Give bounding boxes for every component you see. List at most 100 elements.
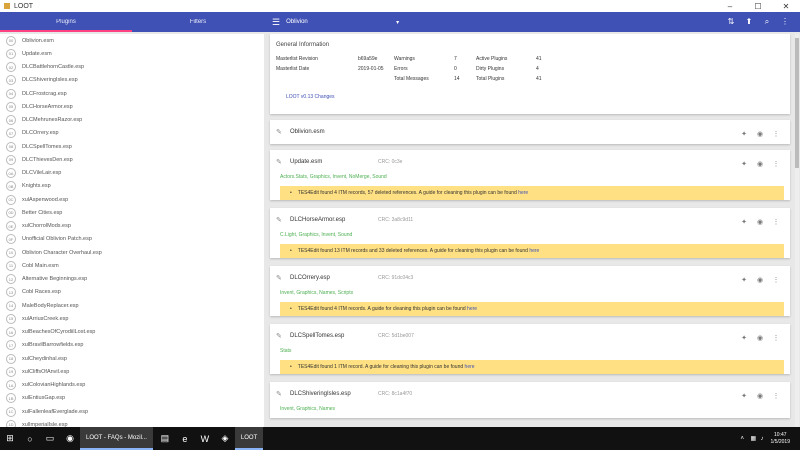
sidebar-plugin-item[interactable]: 11 Cobl Main.esm (0, 259, 264, 272)
sidebar-plugin-item[interactable]: 15 xulArriusCreek.esp (0, 312, 264, 325)
eye-icon[interactable]: ◉ (752, 334, 768, 342)
update-masterlist-icon[interactable]: ⬆ (740, 17, 758, 27)
taskbar-loot[interactable]: LOOT (234, 427, 264, 450)
changelog-link[interactable]: LOOT v0.13 Changes (276, 94, 784, 100)
message-link[interactable]: here (518, 190, 528, 196)
maximize-button[interactable]: ☐ (744, 2, 772, 11)
sidebar-plugin-item[interactable]: 1C xulFallenleafEverglade.esp (0, 405, 264, 418)
pin-icon[interactable]: ✎ (276, 274, 290, 282)
message-link[interactable]: here (467, 306, 477, 312)
sidebar-plugin-item[interactable]: 0C xulAspenwood.esp (0, 193, 264, 206)
load-order-index: 03 (6, 75, 16, 86)
more-menu-icon[interactable]: ⋮ (768, 276, 784, 284)
plugin-name: xulColovianHighlands.esp (22, 382, 86, 389)
pin-icon[interactable]: ✎ (276, 216, 290, 224)
bullet-icon: • (290, 190, 292, 196)
plugin-name: DLCMehrunesRazor.esp (22, 117, 83, 124)
sidebar-plugin-item[interactable]: 16 xulBeachesOfCyrodiilLost.esp (0, 326, 264, 339)
plugin-name: xulChorrolMods.esp (22, 223, 71, 230)
cortana-icon[interactable]: ○ (20, 427, 40, 450)
sidebar-plugin-item[interactable]: 09 DLCThievesDen.esp (0, 153, 264, 166)
plugin-card-name: DLCSpellTomes.esp (290, 333, 345, 339)
plugin-card: ✎ DLCShiveringIsles.esp CRC: 8c1a4f70 ✦ ◉ ⋮ In… (270, 382, 790, 418)
pin-icon[interactable]: ✎ (276, 332, 290, 340)
more-menu-icon[interactable]: ⋮ (768, 392, 784, 400)
scrollbar-thumb[interactable] (795, 38, 799, 168)
volume-icon[interactable]: ♪ (761, 436, 771, 442)
summary-cell: 7 (454, 56, 457, 62)
main-content: General Information Masterlist Revision b… (268, 34, 792, 427)
tab-plugins[interactable]: Plugins (0, 12, 132, 32)
more-menu-icon[interactable]: ⋮ (768, 218, 784, 226)
sidebar-plugin-item[interactable]: 00 Oblivion.esm (0, 34, 264, 47)
active-icon: ✦ (741, 219, 747, 226)
sidebar-plugin-item[interactable]: 04 DLCFrostcrag.esp (0, 87, 264, 100)
summary-cell: 41 (536, 76, 542, 82)
sidebar-plugin-item[interactable]: 10 Oblivion Character Overhaul.esp (0, 246, 264, 259)
sidebar-plugin-item[interactable]: 03 DLCShiveringIsles.esp (0, 74, 264, 87)
search-icon[interactable]: ⌕ (758, 17, 776, 27)
system-tray[interactable]: ˄ ▦ ♪ (741, 435, 771, 442)
plugin-name: DLCFrostcrag.esp (22, 90, 67, 97)
message-link[interactable]: here (529, 248, 539, 254)
sidebar-plugin-item[interactable]: 1D xulImperialIsle.esp (0, 418, 264, 427)
more-menu-icon[interactable]: ⋮ (768, 130, 784, 138)
eye-icon[interactable]: ◉ (752, 160, 768, 168)
eye-icon[interactable]: ◉ (752, 276, 768, 284)
main-scrollbar[interactable] (795, 34, 799, 427)
load-order-index: 14 (6, 300, 16, 311)
network-icon[interactable]: ▦ (751, 435, 761, 442)
message-link[interactable]: here (465, 364, 475, 370)
sidebar-plugin-item[interactable]: 0B Knights.esp (0, 180, 264, 193)
steam-icon[interactable]: ◉ (60, 427, 80, 450)
more-menu-icon[interactable]: ⋮ (768, 334, 784, 342)
more-menu-icon[interactable]: ⋮ (776, 17, 794, 27)
message-text: TES4Edit found 4 ITM records. A guide fo… (297, 306, 466, 312)
clock[interactable]: 10:47 1/5/2019 (771, 432, 790, 446)
sidebar-plugin-item[interactable]: 1A xulColovianHighlands.esp (0, 379, 264, 392)
sidebar-plugin-item[interactable]: 0A DLCVileLair.esp (0, 167, 264, 180)
load-order-index: 1C (6, 406, 16, 417)
sidebar-plugin-item[interactable]: 12 Alternative Beginnings.esp (0, 273, 264, 286)
sidebar-plugin-item[interactable]: 05 DLCHorseArmor.esp (0, 100, 264, 113)
sort-icon[interactable]: ⇅ (722, 17, 740, 27)
summary-cell: Warnings (394, 56, 415, 62)
minimize-button[interactable]: – (716, 2, 744, 11)
warning-message: • TES4Edit found 1 ITM record. A guide fo… (280, 360, 784, 374)
more-menu-icon[interactable]: ⋮ (768, 160, 784, 168)
app-icon[interactable]: ◈ (215, 427, 235, 450)
edge-icon[interactable]: e (175, 427, 195, 450)
load-order-index: 16 (6, 327, 16, 338)
sidebar-plugin-item[interactable]: 1B xulEntiusGap.esp (0, 392, 264, 405)
sidebar-plugin-item[interactable]: 08 DLCSpellTomes.esp (0, 140, 264, 153)
sidebar-plugin-item[interactable]: 19 xulCliffsOfAnvil.esp (0, 365, 264, 378)
sidebar-plugin-item[interactable]: 0D Better Cities.esp (0, 206, 264, 219)
sidebar-plugin-item[interactable]: 07 DLCOrrery.esp (0, 127, 264, 140)
close-button[interactable]: ✕ (772, 2, 800, 11)
sidebar-plugin-item[interactable]: 02 DLCBattlehornCastle.esp (0, 61, 264, 74)
sidebar-plugin-item[interactable]: 18 xulCheydinhal.esp (0, 352, 264, 365)
eye-icon[interactable]: ◉ (752, 218, 768, 226)
summary-cell: Errors (394, 66, 408, 72)
chevron-up-icon[interactable]: ˄ (741, 436, 751, 442)
sidebar-plugin-item[interactable]: 01 Update.esm (0, 47, 264, 60)
sidebar-plugin-item[interactable]: 06 DLCMehrunesRazor.esp (0, 114, 264, 127)
pin-icon[interactable]: ✎ (276, 390, 290, 398)
eye-icon[interactable]: ◉ (752, 392, 768, 400)
sidebar-plugin-item[interactable]: 0E xulChorrolMods.esp (0, 220, 264, 233)
eye-icon[interactable]: ◉ (752, 130, 768, 138)
tab-filters[interactable]: Filters (132, 12, 264, 32)
game-select[interactable]: ☰ Oblivion ▾ (272, 17, 722, 28)
sidebar-plugin-item[interactable]: 13 Cobl Races.esp (0, 286, 264, 299)
taskbar-firefox[interactable]: LOOT - FAQs - Mozil... (80, 427, 153, 450)
windows-start-icon[interactable]: ⊞ (0, 427, 20, 450)
sidebar-plugin-item[interactable]: 0F Unofficial Oblivion Patch.esp (0, 233, 264, 246)
sidebar-plugin-item[interactable]: 17 xulBravilBarrowfields.esp (0, 339, 264, 352)
plugin-name: DLCShiveringIsles.esp (22, 77, 78, 84)
file-explorer-icon[interactable]: ▤ (155, 427, 175, 450)
word-icon[interactable]: W (195, 427, 215, 450)
task-view-icon[interactable]: ▭ (40, 427, 60, 450)
pin-icon[interactable]: ✎ (276, 158, 290, 166)
pin-icon[interactable]: ✎ (276, 128, 290, 136)
sidebar-plugin-item[interactable]: 14 MaleBodyReplacer.esp (0, 299, 264, 312)
